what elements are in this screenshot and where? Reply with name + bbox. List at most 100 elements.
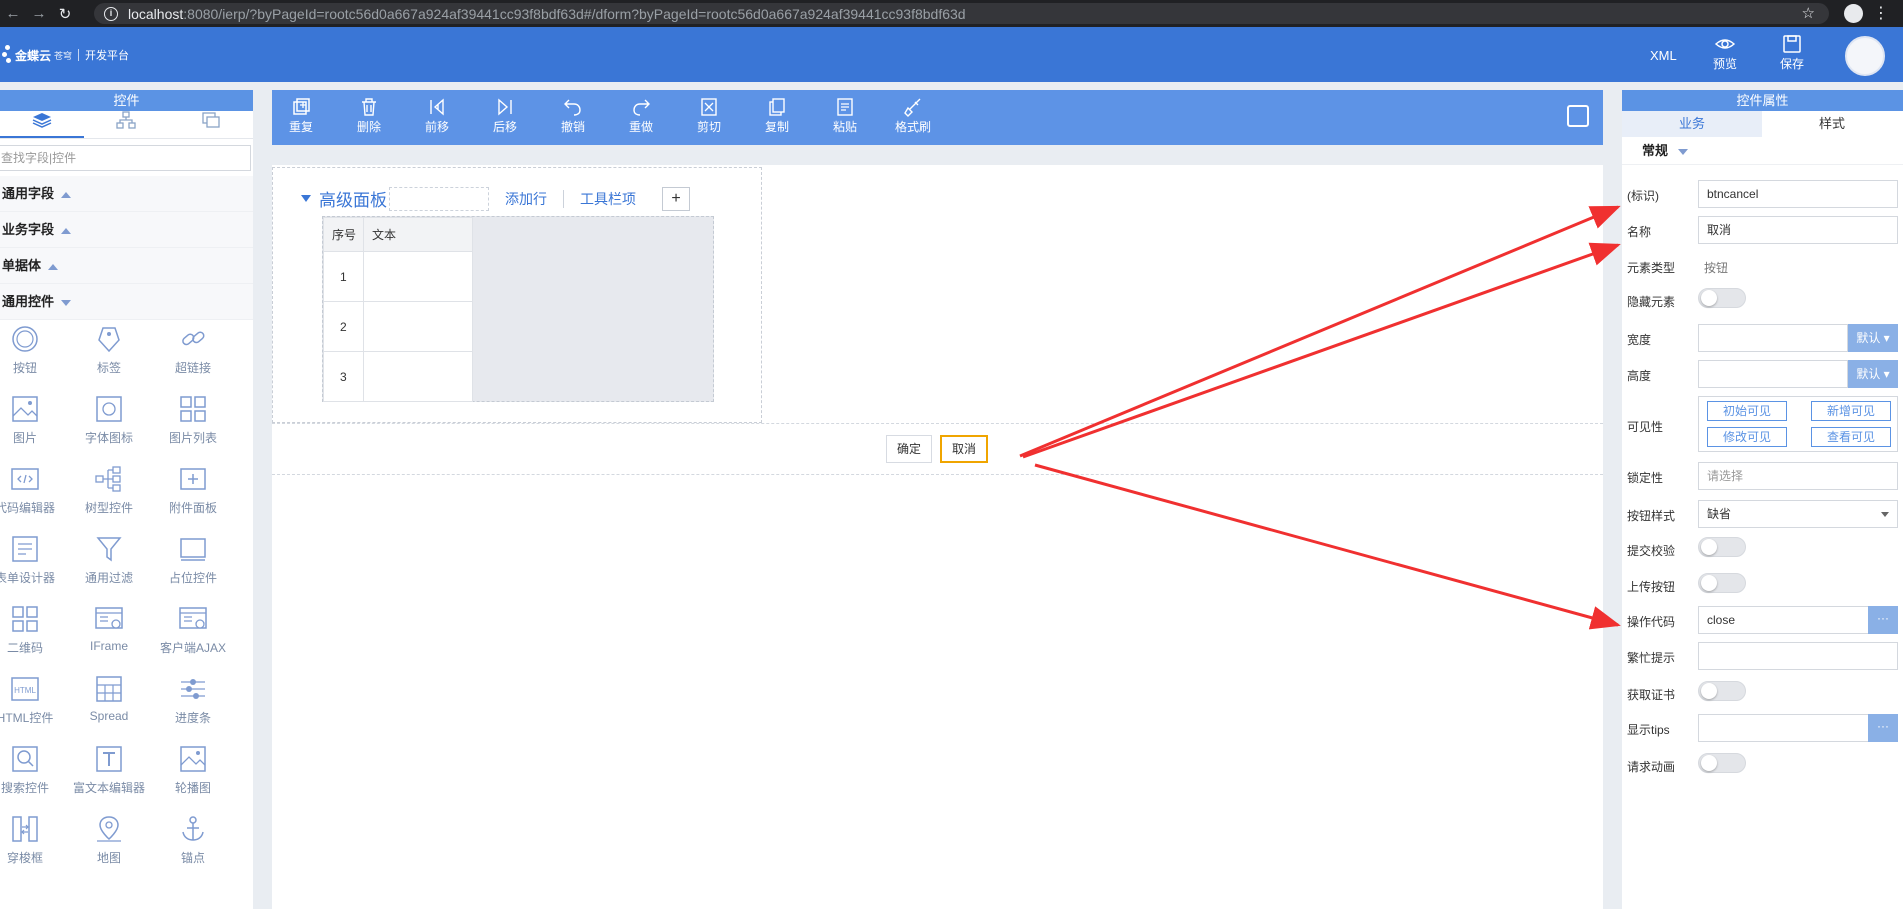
browser-menu-icon[interactable]: ⋮ <box>1873 3 1889 23</box>
control-item[interactable]: 锚点 <box>153 814 233 866</box>
entry-grid[interactable]: 序号 文本 1 2 3 <box>322 216 714 402</box>
height-default-dropdown[interactable]: 默认 ▾ <box>1848 360 1898 388</box>
link-icon <box>153 324 233 354</box>
browser-profile-icon[interactable] <box>1844 4 1863 23</box>
table-row[interactable]: 1 <box>323 251 473 302</box>
control-item[interactable]: 图片列表 <box>153 394 233 446</box>
preview-button[interactable]: 预览 <box>1705 33 1745 72</box>
group-header[interactable]: 通用控件 <box>0 284 253 320</box>
toolbar-button[interactable]: 重复 <box>276 96 326 135</box>
tips-input[interactable] <box>1698 714 1870 742</box>
visible-view-button[interactable]: 查看可见 <box>1811 427 1891 447</box>
control-item[interactable]: 超链接 <box>153 324 233 376</box>
confirm-button[interactable]: 确定 <box>886 435 933 463</box>
request-anim-toggle[interactable] <box>1698 753 1746 773</box>
visible-new-button[interactable]: 新增可见 <box>1811 401 1891 421</box>
address-bar[interactable]: i localhost:8080/ierp/?byPageId=rootc56d… <box>94 3 1829 24</box>
control-item[interactable]: 穿梭框 <box>0 814 65 866</box>
cancel-button[interactable]: 取消 <box>940 435 989 463</box>
table-row[interactable]: 2 <box>323 301 473 352</box>
cert-toggle[interactable] <box>1698 681 1746 701</box>
control-item[interactable]: 附件面板 <box>153 464 233 516</box>
key-input[interactable]: btncancel <box>1698 180 1898 208</box>
button-style-select[interactable]: 缺省 <box>1698 500 1898 528</box>
control-item[interactable]: 进度条 <box>153 674 233 726</box>
control-item[interactable]: 标签 <box>69 324 149 376</box>
group-header[interactable]: 单据体 <box>0 248 253 284</box>
control-item[interactable]: 二维码 <box>0 604 65 656</box>
star-icon[interactable]: ☆ <box>1802 4 1815 22</box>
control-item[interactable]: HTML HTML控件 <box>0 674 65 726</box>
toolbar-button[interactable]: 后移 <box>480 96 530 135</box>
toolbar-button[interactable]: 剪切 <box>684 96 734 135</box>
control-item[interactable]: Spread <box>69 674 149 723</box>
user-avatar[interactable] <box>1845 36 1885 76</box>
submit-check-toggle[interactable] <box>1698 537 1746 557</box>
tips-ellipsis-button[interactable]: ··· <box>1868 714 1898 742</box>
toolbar-button[interactable]: 撤销 <box>548 96 598 135</box>
toolbar-button[interactable]: 格式刷 <box>888 96 938 135</box>
control-item[interactable]: 客户端AJAX <box>153 604 233 656</box>
group-header[interactable]: 业务字段 <box>0 212 253 248</box>
control-item[interactable]: 字体图标 <box>69 394 149 446</box>
control-item[interactable]: 富文本编辑器 <box>69 744 149 796</box>
control-label: 附件面板 <box>168 501 217 515</box>
reload-icon[interactable]: ↻ <box>52 5 78 23</box>
control-item[interactable]: 地图 <box>69 814 149 866</box>
tab-business[interactable]: 业务 <box>1622 111 1762 137</box>
width-default-dropdown[interactable]: 默认 ▾ <box>1848 324 1898 352</box>
advanced-panel[interactable]: 高级面板 添加行 工具栏项 + 序号 文本 1 2 3 <box>272 167 762 423</box>
xml-button[interactable]: XML <box>1650 48 1677 63</box>
template-tab-icon[interactable] <box>169 111 253 138</box>
toolbar-button[interactable]: 粘贴 <box>820 96 870 135</box>
add-row-link[interactable]: 添加行 <box>489 189 564 208</box>
control-item[interactable]: 搜索控件 <box>0 744 65 796</box>
toolbar-item-link[interactable]: 工具栏项 <box>564 190 652 208</box>
hidden-toggle[interactable] <box>1698 288 1746 308</box>
table-row[interactable]: 3 <box>323 351 473 402</box>
op-code-ellipsis-button[interactable]: ··· <box>1868 606 1898 634</box>
collapse-arrow-icon[interactable] <box>301 195 311 202</box>
height-input[interactable] <box>1698 360 1848 388</box>
text-cell[interactable] <box>363 251 473 302</box>
column-header-seq[interactable]: 序号 <box>323 217 364 252</box>
visible-initial-button[interactable]: 初始可见 <box>1707 401 1787 421</box>
controls-search-input[interactable]: 查找字段|控件 <box>0 145 251 171</box>
section-general[interactable]: 常规 <box>1622 137 1903 165</box>
save-button[interactable]: 保存 <box>1772 33 1812 72</box>
control-item[interactable]: 占位控件 <box>153 534 233 586</box>
toolbar-button[interactable]: 删除 <box>344 96 394 135</box>
toolbar-button[interactable]: 前移 <box>412 96 462 135</box>
forward-icon[interactable]: → <box>26 5 52 22</box>
lock-select[interactable]: 请选择 <box>1698 462 1898 490</box>
info-icon[interactable]: i <box>104 6 118 21</box>
control-item[interactable]: 代码编辑器 <box>0 464 65 516</box>
design-canvas[interactable]: 高级面板 添加行 工具栏项 + 序号 文本 1 2 3 确定 取消 <box>272 165 1603 909</box>
control-item[interactable]: IFrame <box>69 604 149 653</box>
visible-edit-button[interactable]: 修改可见 <box>1707 427 1787 447</box>
control-item[interactable]: 通用过滤 <box>69 534 149 586</box>
control-item[interactable]: 按钮 <box>0 324 65 376</box>
text-cell[interactable] <box>363 301 473 352</box>
width-input[interactable] <box>1698 324 1848 352</box>
group-header[interactable]: 通用字段 <box>0 176 253 212</box>
advanced-panel-title[interactable]: 高级面板 <box>319 186 387 211</box>
fullscreen-icon[interactable] <box>1567 105 1589 127</box>
layers-tab-icon[interactable] <box>0 111 85 138</box>
tab-style[interactable]: 样式 <box>1762 111 1902 137</box>
text-cell[interactable] <box>363 351 473 402</box>
back-icon[interactable]: ← <box>0 5 26 22</box>
busy-tip-input[interactable] <box>1698 642 1898 670</box>
toolbar-button[interactable]: 重做 <box>616 96 666 135</box>
op-code-input[interactable]: close <box>1698 606 1870 634</box>
control-item[interactable]: 表单设计器 <box>0 534 65 586</box>
name-input[interactable]: 取消 <box>1698 216 1898 244</box>
control-item[interactable]: 轮播图 <box>153 744 233 796</box>
toolbar-button[interactable]: 复制 <box>752 96 802 135</box>
column-header-text[interactable]: 文本 <box>363 217 473 252</box>
add-toolbar-item-button[interactable]: + <box>662 186 690 211</box>
structure-tab-icon[interactable] <box>84 111 168 138</box>
control-item[interactable]: 树型控件 <box>69 464 149 516</box>
upload-button-toggle[interactable] <box>1698 573 1746 593</box>
control-item[interactable]: 图片 <box>0 394 65 446</box>
